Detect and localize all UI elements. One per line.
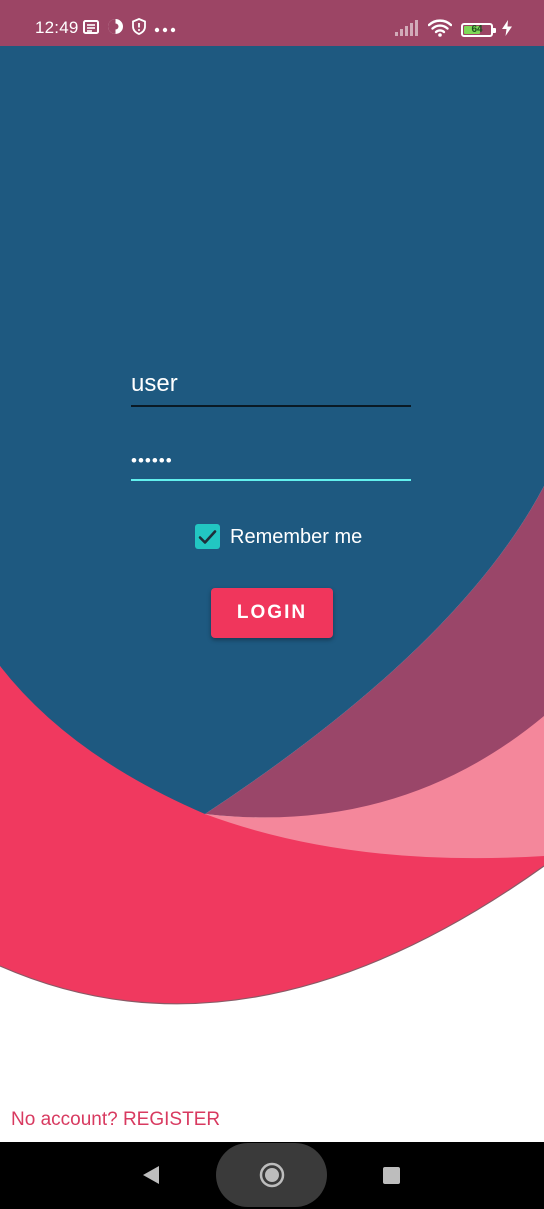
register-link[interactable]: No account? REGISTER [11,1109,220,1131]
notification-icon [83,19,99,39]
login-screen: user •••••• Remember me LOGIN No account… [0,46,544,1142]
remember-me-label: Remember me [230,525,363,548]
home-button[interactable] [216,1143,327,1207]
wifi-icon [427,18,453,42]
username-underline [131,405,411,407]
checkmark-icon[interactable] [195,524,220,549]
remember-me-checkbox[interactable]: Remember me [195,524,362,549]
login-button[interactable]: LOGIN [211,588,333,638]
battery-level: 64 [471,24,483,35]
back-icon[interactable] [142,1165,160,1189]
username-field[interactable]: user [131,369,411,407]
username-input[interactable]: user [131,369,411,399]
home-icon[interactable] [259,1162,285,1188]
more-dots-icon [154,20,176,38]
status-left-icons [83,18,176,40]
data-saver-icon [107,18,124,40]
password-input[interactable]: •••••• [131,444,411,473]
status-time: 12:49 [35,18,79,37]
recents-icon[interactable] [383,1167,400,1184]
battery-cap [493,28,496,33]
navigation-bar [0,1142,544,1209]
password-field[interactable]: •••••• [131,444,411,481]
battery-icon: 64 [461,23,496,37]
signal-icon [395,19,419,41]
shield-icon [132,18,146,40]
status-right-icons: 64 [395,18,512,42]
password-underline [131,479,411,481]
status-bar: 12:49 64 [0,0,544,46]
charging-icon [502,19,512,41]
